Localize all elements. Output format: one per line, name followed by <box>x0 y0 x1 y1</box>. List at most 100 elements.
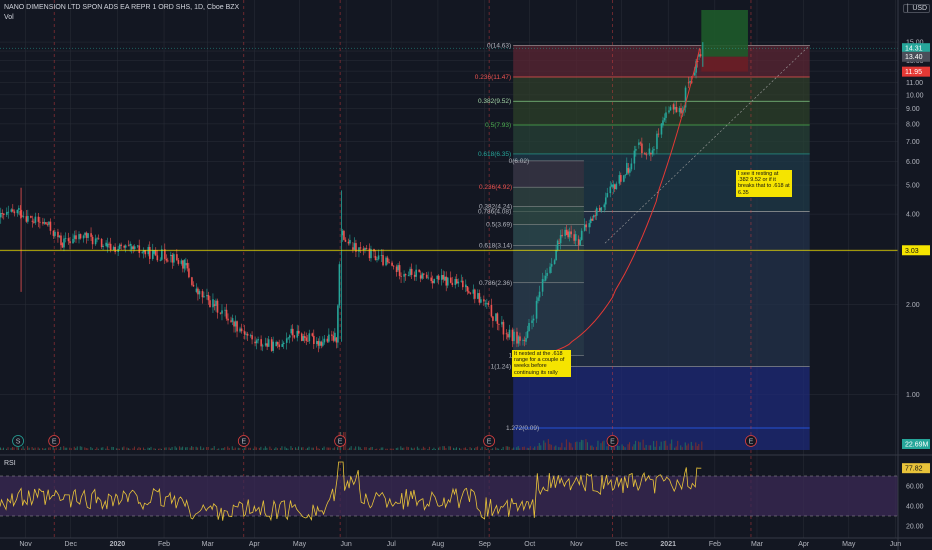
volume-bar <box>507 446 509 450</box>
candle-body <box>502 321 505 335</box>
candle-body <box>177 260 180 264</box>
candle-body <box>141 252 144 254</box>
candle-body <box>78 234 80 240</box>
volume-bar <box>243 447 245 450</box>
volume-bar <box>445 448 447 450</box>
candle-body <box>490 304 493 317</box>
candle-body <box>136 245 139 247</box>
fib-small-zone-0.786 <box>513 282 584 356</box>
earnings-marker: E <box>48 435 61 447</box>
volume-bar <box>221 448 223 450</box>
candle-body <box>505 333 508 335</box>
candle-body <box>620 175 622 182</box>
volume-bar <box>252 448 254 450</box>
candle-body <box>415 269 417 277</box>
candle-body <box>221 310 223 314</box>
candle-body <box>532 318 535 321</box>
volume-bar <box>687 443 689 450</box>
volume-bar <box>63 446 65 450</box>
volume-bar <box>34 447 36 450</box>
currency-button[interactable]: │ USD <box>903 4 931 13</box>
volume-bar <box>323 446 325 450</box>
candle-body <box>445 276 448 286</box>
candle-body <box>595 208 598 216</box>
candle-body <box>376 259 378 261</box>
volume-bar <box>519 448 521 450</box>
candle-body <box>161 249 163 260</box>
volume-bar <box>553 446 555 450</box>
candle-body <box>675 107 678 113</box>
time-tick: Nov <box>19 541 32 548</box>
volume-bar <box>565 439 567 450</box>
candle-body <box>100 238 103 248</box>
volume-bar <box>439 446 441 450</box>
volume-bar <box>558 447 560 450</box>
candle-body <box>579 239 582 245</box>
candle-body <box>39 221 41 223</box>
candle-body <box>156 255 159 261</box>
volume-bar <box>260 446 262 450</box>
candle-body <box>276 341 279 345</box>
volume-bar <box>645 444 647 450</box>
volume-bar <box>511 448 513 450</box>
volume-bar <box>210 448 212 450</box>
volume-bar <box>48 447 50 450</box>
candle-body <box>614 184 616 190</box>
volume-bar <box>391 448 393 450</box>
volume-bar <box>189 447 191 450</box>
volume-bar <box>123 446 125 450</box>
candle-body <box>446 277 449 286</box>
rsi-tick: 20.00 <box>906 524 924 531</box>
candle-body <box>427 277 430 279</box>
candle-body <box>6 212 8 215</box>
fib-small-zone-0.236 <box>513 187 584 207</box>
time-tick: Mar <box>751 541 764 548</box>
volume-bar <box>374 448 376 450</box>
volume-bar <box>248 447 250 450</box>
fib-zone-0 <box>513 45 810 77</box>
long-position-tool[interactable] <box>701 10 748 72</box>
chart-canvas[interactable]: 0(14.63) 0.236(11.47) 0.382(9.52) 0.5(7.93)… <box>0 0 932 550</box>
volume-bar <box>3 447 5 450</box>
volume-bar <box>437 447 439 450</box>
volume-bar <box>403 447 405 450</box>
time-tick: May <box>842 541 856 548</box>
candle-body <box>656 133 658 150</box>
candle-body <box>300 333 303 341</box>
candle-body <box>334 332 336 341</box>
fib-retracement-small[interactable] <box>513 160 584 356</box>
volume-bar <box>258 447 260 450</box>
candle-body <box>138 245 141 253</box>
volume-bar <box>401 447 403 450</box>
candle-body <box>22 216 25 218</box>
volume-bar <box>424 447 426 450</box>
volume-bar <box>508 446 510 450</box>
candle-body <box>302 336 305 341</box>
candle-body <box>270 339 273 351</box>
candle-body <box>559 234 562 244</box>
earnings-marker-label: E <box>241 439 246 446</box>
volume-bar <box>529 446 531 450</box>
earnings-marker: E <box>606 435 619 447</box>
volume-bar <box>328 447 330 450</box>
candle-body <box>311 333 314 336</box>
volume-bar <box>459 447 461 450</box>
candle-body <box>561 234 563 236</box>
candle-body <box>197 288 199 295</box>
candle-body <box>308 333 311 342</box>
volume-bar <box>170 448 172 450</box>
volume-bar <box>121 447 123 450</box>
candle-body <box>385 257 387 266</box>
candle-body <box>255 340 258 344</box>
annotation-note-618[interactable]: It nested at the .618 range for a couple… <box>512 350 571 377</box>
time-tick: Oct <box>524 541 535 548</box>
volume-bar <box>686 445 688 450</box>
fib-label-1.272: 1.272(0.09) <box>506 425 539 432</box>
target-zone <box>701 10 748 57</box>
volume-bar <box>454 448 456 450</box>
candle-body <box>275 341 278 347</box>
volume-bar <box>7 447 9 450</box>
volume-bar <box>158 448 160 450</box>
candle-body <box>374 255 377 261</box>
annotation-note-382[interactable]: I see it resting at .382 9.52 or if it b… <box>736 170 792 197</box>
